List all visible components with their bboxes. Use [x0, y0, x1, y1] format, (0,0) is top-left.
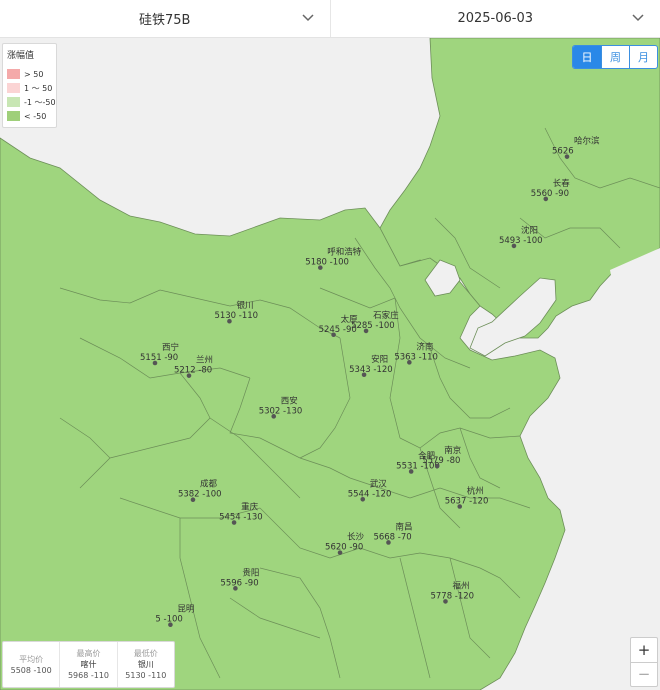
zoom-control: + − — [630, 637, 658, 687]
legend-swatch — [7, 69, 20, 79]
city-price-label: 5 -100 — [155, 615, 182, 625]
city-price-label: 5637 -120 — [445, 497, 489, 507]
land-layer — [0, 38, 660, 690]
period-week-button[interactable]: 周 — [601, 46, 629, 68]
city-price-label: 5382 -100 — [178, 490, 222, 500]
legend-item[interactable]: > 50 — [7, 67, 52, 81]
city-price-label: 5212 -80 — [174, 366, 212, 376]
city-price-label: 5620 -90 — [325, 543, 363, 553]
city-name-label: 石家庄 — [373, 310, 399, 321]
stats-panel: 平均价 5508 -100 最高价 喀什 5968 -110 最低价 银川 51… — [2, 641, 175, 688]
city-name-label: 银川 — [236, 300, 253, 311]
city-name-label: 兰州 — [196, 355, 213, 366]
city-price-label: 5579 -80 — [422, 456, 460, 466]
legend-item[interactable]: 1 ～ 50 — [7, 81, 52, 95]
city-price-label: 5245 -90 — [319, 325, 357, 335]
city-name-label: 沈阳 — [521, 225, 538, 236]
map-area[interactable]: 哈尔滨 5626 长春 5560 -90 沈阳 5493 -100 呼和浩特 5180 -10… — [0, 38, 660, 690]
legend-item[interactable]: < -50 — [7, 109, 52, 123]
city-price-label: 5596 -90 — [220, 578, 258, 588]
city-name-label: 南昌 — [395, 521, 412, 532]
max-price-stat: 最高价 喀什 5968 -110 — [59, 642, 116, 687]
city-name-label: 福州 — [452, 580, 469, 591]
city-name-label: 南京 — [444, 445, 461, 456]
city-name-label: 杭州 — [467, 486, 484, 497]
city-name-label: 济南 — [416, 341, 433, 352]
city-name-label: 太原 — [341, 314, 358, 325]
city-price-label: 5302 -130 — [259, 406, 303, 416]
date-label: 2025-06-03 — [457, 11, 534, 26]
city-name-label: 呼和浩特 — [327, 247, 362, 258]
product-dropdown[interactable]: 硅铁75B — [0, 0, 330, 37]
legend-swatch — [7, 97, 20, 107]
period-toggle: 日 周 月 — [572, 45, 658, 69]
city-name-label: 长春 — [553, 178, 571, 189]
city-name-label: 哈尔滨 — [574, 136, 600, 147]
city-name-label: 西宁 — [162, 342, 179, 353]
legend-title: 涨幅值 — [7, 51, 35, 61]
city-price-label: 5544 -120 — [348, 489, 392, 499]
city-price-label: 5285 -100 — [351, 321, 395, 331]
city-name-label: 安阳 — [371, 354, 388, 365]
legend-swatch — [7, 83, 20, 93]
city-name-label: 西安 — [281, 395, 298, 406]
city-name-label: 昆明 — [177, 605, 194, 615]
city-price-label: 5626 — [552, 147, 574, 157]
china-map[interactable]: 哈尔滨5626 长春5560 -90 沈阳5493 -100 呼和浩特5180 -10… — [0, 38, 660, 690]
legend-panel: 涨幅值 > 50 1 ～ 50 -1 ～-50 < -50 — [2, 43, 57, 128]
chevron-down-icon — [301, 14, 314, 22]
avg-price-stat: 平均价 5508 -100 — [10, 654, 52, 675]
city-name-label: 贵阳 — [242, 567, 259, 578]
zoom-in-button[interactable]: + — [631, 638, 657, 662]
city-name-label: 长沙 — [347, 532, 365, 543]
product-label: 硅铁75B — [139, 13, 191, 28]
period-day-button[interactable]: 日 — [573, 46, 601, 68]
city-price-label: 5454 -130 — [219, 513, 263, 523]
city-price-label: 5151 -90 — [140, 353, 178, 363]
city-price-label: 5343 -120 — [349, 365, 393, 375]
city-price-label: 5668 -70 — [373, 532, 411, 542]
legend-swatch — [7, 111, 20, 121]
city-price-label: 5560 -90 — [531, 189, 569, 199]
period-month-button[interactable]: 月 — [629, 46, 657, 68]
city-name-label: 成都 — [200, 479, 218, 490]
city-price-label: 5363 -110 — [394, 352, 438, 362]
city-name-label: 重庆 — [241, 502, 259, 513]
chevron-down-icon — [632, 14, 644, 22]
city-price-label: 5180 -100 — [305, 258, 349, 268]
city-price-label: 5778 -120 — [430, 591, 474, 601]
city-name-label: 武汉 — [370, 478, 388, 489]
top-bar: 硅铁75B 2025-06-03 — [0, 0, 660, 38]
city-price-label: 5130 -110 — [214, 311, 258, 321]
city-price-label: 5493 -100 — [499, 236, 543, 246]
legend-item[interactable]: -1 ～-50 — [7, 95, 56, 109]
date-dropdown[interactable]: 2025-06-03 — [329, 0, 660, 37]
zoom-out-button[interactable]: − — [631, 661, 657, 687]
min-price-stat: 最低价 银川 5130 -110 — [116, 642, 174, 687]
